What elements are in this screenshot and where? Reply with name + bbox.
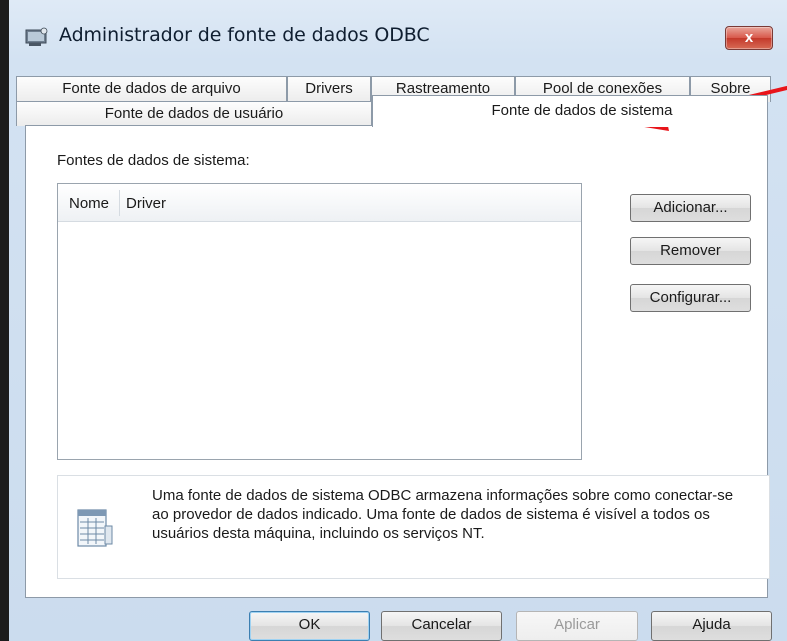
- column-divider[interactable]: [119, 190, 120, 216]
- system-dsn-list[interactable]: Nome Driver: [57, 183, 582, 460]
- window-title: Administrador de fonte de dados ODBC: [59, 24, 430, 46]
- section-label: Fontes de dados de sistema:: [57, 152, 250, 169]
- tab-drivers[interactable]: Drivers: [287, 76, 371, 102]
- tab-label: Fonte de dados de arquivo: [62, 80, 241, 97]
- odbc-app-icon: [25, 27, 48, 46]
- ok-button[interactable]: OK: [249, 611, 370, 641]
- tab-fonte-de-dados-de-sistema[interactable]: Fonte de dados de sistema: [372, 95, 768, 127]
- title-bar[interactable]: Administrador de fonte de dados ODBC x: [9, 0, 787, 70]
- help-button[interactable]: Ajuda: [651, 611, 772, 641]
- remove-button[interactable]: Remover: [630, 237, 751, 265]
- cancel-button[interactable]: Cancelar: [381, 611, 502, 641]
- apply-button[interactable]: Aplicar: [516, 611, 638, 641]
- tab-fonte-de-dados-de-arquivo[interactable]: Fonte de dados de arquivo: [16, 76, 287, 102]
- tab-fonte-de-dados-de-usuario[interactable]: Fonte de dados de usuário: [16, 101, 372, 126]
- close-button[interactable]: x: [725, 26, 773, 50]
- tab-label: Drivers: [305, 80, 353, 97]
- info-description: Uma fonte de dados de sistema ODBC armaz…: [152, 487, 734, 542]
- data-source-icon: [77, 509, 113, 547]
- configure-button[interactable]: Configurar...: [630, 284, 751, 312]
- tab-label: Fonte de dados de usuário: [104, 105, 284, 122]
- list-header: Nome Driver: [58, 184, 581, 222]
- tab-label: Fonte de dados de sistema: [491, 102, 673, 119]
- info-box: Uma fonte de dados de sistema ODBC armaz…: [57, 475, 770, 579]
- screen-edge: [0, 0, 9, 641]
- column-header-driver[interactable]: Driver: [126, 195, 166, 212]
- column-header-nome[interactable]: Nome: [69, 195, 109, 212]
- add-button[interactable]: Adicionar...: [630, 194, 751, 222]
